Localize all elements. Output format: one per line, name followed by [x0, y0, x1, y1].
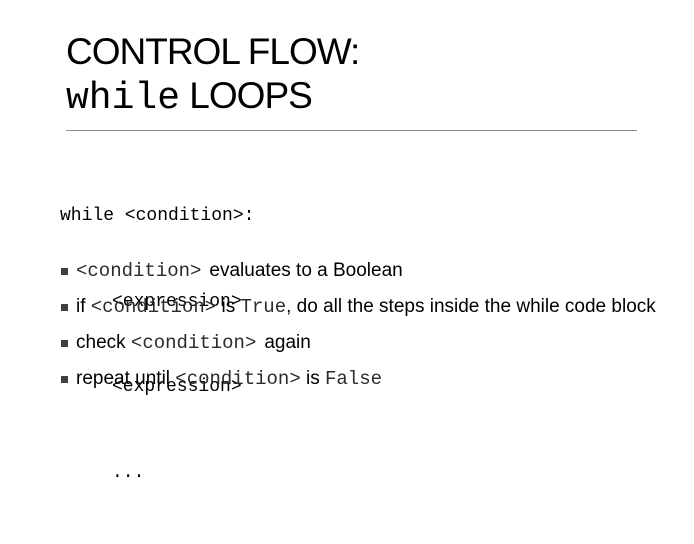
bullet-4-code-2: False: [325, 368, 383, 390]
bullet-4-text-1: repeat until: [76, 368, 176, 389]
title-divider: [66, 130, 637, 131]
bullet-4-text-2: is: [300, 368, 325, 389]
bullet-item-2: if <condition> is True, do all the steps…: [60, 296, 660, 318]
bullet-2-text-1: if: [76, 296, 91, 317]
title-line-2: while LOOPS: [66, 74, 359, 121]
slide-title: CONTROL FLOW: while LOOPS: [66, 30, 360, 121]
code-line-1: while <condition>:: [60, 206, 255, 226]
bullet-2-code-2: True: [240, 296, 287, 318]
bullet-1-code: <condition>: [76, 260, 202, 282]
bullet-2-text-3: , do all the steps inside the while code…: [286, 296, 656, 317]
bullet-3-text-2: again: [264, 332, 311, 353]
code-line-4: ...: [112, 462, 145, 483]
bullet-2-code-1: <condition>: [90, 296, 217, 318]
bullet-item-3: check <condition> again: [60, 332, 660, 354]
square-bullet-icon: [61, 304, 68, 311]
square-bullet-icon: [61, 340, 68, 347]
bullet-4-code-1: <condition>: [175, 368, 301, 390]
bullet-item-1: <condition> evaluates to a Boolean: [60, 260, 660, 282]
title-suffix: LOOPS: [180, 75, 313, 116]
bullet-1-text: evaluates to a Boolean: [209, 260, 403, 281]
bullet-3-code-1: <condition>: [130, 332, 257, 354]
slide: CONTROL FLOW: while LOOPS while <conditi…: [0, 0, 694, 497]
bullet-3-text-1: check: [76, 332, 131, 353]
bullet-2-text-2: is: [216, 296, 241, 317]
bullet-list: <condition> evaluates to a Boolean if <co…: [60, 260, 660, 404]
bullet-item-4: repeat until <condition> is False: [60, 368, 660, 390]
square-bullet-icon: [61, 376, 68, 383]
title-line-1: CONTROL FLOW:: [66, 31, 360, 72]
square-bullet-icon: [61, 268, 68, 275]
title-keyword: while: [66, 77, 181, 120]
